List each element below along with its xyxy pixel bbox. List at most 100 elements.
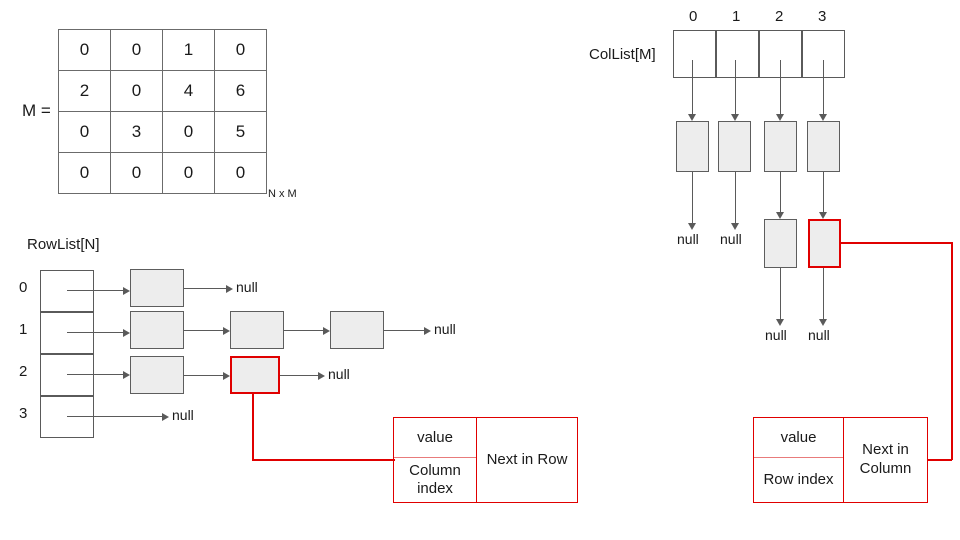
col-0-node-1[interactable]	[676, 121, 709, 172]
col-legend-index-cell: Row index	[763, 470, 834, 488]
matrix-cell: 1	[163, 30, 215, 71]
rowlist-pointer-arrow-2	[123, 371, 130, 379]
matrix-dimensions-label: N x M	[268, 188, 297, 200]
col-2-null-label: null	[765, 327, 787, 343]
col-1-null-label: null	[720, 231, 742, 247]
matrix-cell: 0	[111, 153, 163, 194]
collist-pointer-arrow-0	[688, 114, 696, 121]
row-3-null-label: null	[172, 407, 194, 423]
matrix-cell: 0	[215, 153, 267, 194]
col-2-node-2[interactable]	[764, 219, 797, 268]
rowlist-pointer-line-1	[67, 332, 123, 333]
col-0-next-arrow	[688, 223, 696, 230]
rowlist-index-label: 2	[19, 363, 28, 380]
rowlist-index-label: 1	[19, 321, 28, 338]
row-1-node-3[interactable]	[330, 311, 384, 349]
rowlist-pointer-arrow-1	[123, 329, 130, 337]
row-legend-left-column: value Column index	[394, 418, 476, 502]
matrix-cell: 0	[59, 153, 111, 194]
col-legend-next-cell: Next in Column	[843, 418, 927, 502]
col-1-node-1[interactable]	[718, 121, 751, 172]
col-0-next-line	[692, 172, 693, 224]
rowlist-array-cell-1[interactable]	[40, 312, 94, 354]
col-3-link-1	[823, 172, 824, 213]
col-2-link-1	[780, 172, 781, 213]
rowlist-index-label: 0	[19, 279, 28, 296]
row-2-link-1-arrow	[223, 372, 230, 380]
collist-pointer-arrow-1	[731, 114, 739, 121]
collist-array-cell-1[interactable]	[716, 30, 759, 78]
matrix-grid: 0 0 1 0 2 0 4 6 0 3 0 5 0 0 0 0	[58, 29, 267, 194]
matrix-cell: 0	[111, 71, 163, 112]
matrix-cell: 0	[215, 30, 267, 71]
row-1-node-1[interactable]	[130, 311, 184, 349]
col-3-node-2[interactable]	[808, 219, 841, 268]
collist-pointer-arrow-2	[776, 114, 784, 121]
col-3-link-1-arrow	[819, 212, 827, 219]
col-callout-vline	[951, 242, 953, 460]
rowlist-array-cell-2[interactable]	[40, 354, 94, 396]
matrix-cell: 0	[59, 30, 111, 71]
rowlist-pointer-line-2	[67, 374, 123, 375]
collist-pointer-line-2	[780, 60, 781, 115]
collist-index-label: 2	[775, 8, 784, 25]
col-1-next-arrow	[731, 223, 739, 230]
row-0-null-label: null	[236, 279, 258, 295]
col-callout-hline-bottom	[927, 459, 952, 461]
collist-pointer-line-1	[735, 60, 736, 115]
row-1-link-1	[184, 330, 223, 331]
collist-index-label: 0	[689, 8, 698, 25]
row-1-link-1-arrow	[223, 327, 230, 335]
row-2-next-line	[280, 375, 318, 376]
row-0-next-arrow	[226, 285, 233, 293]
row-legend-value-cell: value	[394, 418, 476, 458]
matrix-cell: 0	[111, 30, 163, 71]
col-3-null-label: null	[808, 327, 830, 343]
collist-index-label: 1	[732, 8, 741, 25]
collist-pointer-arrow-3	[819, 114, 827, 121]
rowlist-pointer-arrow-3	[162, 413, 169, 421]
row-1-next-line	[384, 330, 424, 331]
row-1-next-arrow	[424, 327, 431, 335]
col-1-next-line	[735, 172, 736, 224]
row-1-node-2[interactable]	[230, 311, 284, 349]
collist-title: ColList[M]	[589, 46, 656, 63]
col-3-next-arrow	[819, 319, 827, 326]
row-2-null-label: null	[328, 366, 350, 382]
col-0-null-label: null	[677, 231, 699, 247]
row-1-null-label: null	[434, 321, 456, 337]
matrix-cell: 2	[59, 71, 111, 112]
col-2-node-1[interactable]	[764, 121, 797, 172]
matrix-cell: 6	[215, 71, 267, 112]
row-2-node-1[interactable]	[130, 356, 184, 394]
col-node-legend: value Row index Next in Column	[753, 417, 928, 503]
row-callout-vline	[252, 392, 254, 460]
matrix-cell: 0	[163, 112, 215, 153]
row-callout-hline	[252, 459, 395, 461]
col-callout-hline-top	[841, 242, 952, 244]
col-2-link-1-arrow	[776, 212, 784, 219]
rowlist-pointer-arrow-0	[123, 287, 130, 295]
col-legend-value-cell: value	[754, 418, 843, 458]
rowlist-array-cell-3[interactable]	[40, 396, 94, 438]
col-2-next-line	[780, 268, 781, 320]
row-2-node-2[interactable]	[230, 356, 280, 394]
row-0-node-1[interactable]	[130, 269, 184, 307]
matrix-cell: 4	[163, 71, 215, 112]
collist-pointer-line-3	[823, 60, 824, 115]
matrix-cell: 0	[59, 112, 111, 153]
col-2-next-arrow	[776, 319, 784, 326]
matrix-label: M =	[22, 101, 51, 120]
matrix-cell: 5	[215, 112, 267, 153]
rowlist-array-cell-0[interactable]	[40, 270, 94, 312]
row-legend-next-cell: Next in Row	[476, 418, 577, 502]
rowlist-pointer-line-3	[67, 416, 162, 417]
collist-array-cell-0[interactable]	[673, 30, 716, 78]
rowlist-title: RowList[N]	[27, 236, 100, 253]
col-legend-left-column: value Row index	[754, 418, 843, 502]
row-2-link-1	[184, 375, 223, 376]
row-legend-index-cell: Column index	[409, 461, 461, 497]
row-0-next-line	[184, 288, 226, 289]
rowlist-pointer-line-0	[67, 290, 123, 291]
col-3-node-1[interactable]	[807, 121, 840, 172]
